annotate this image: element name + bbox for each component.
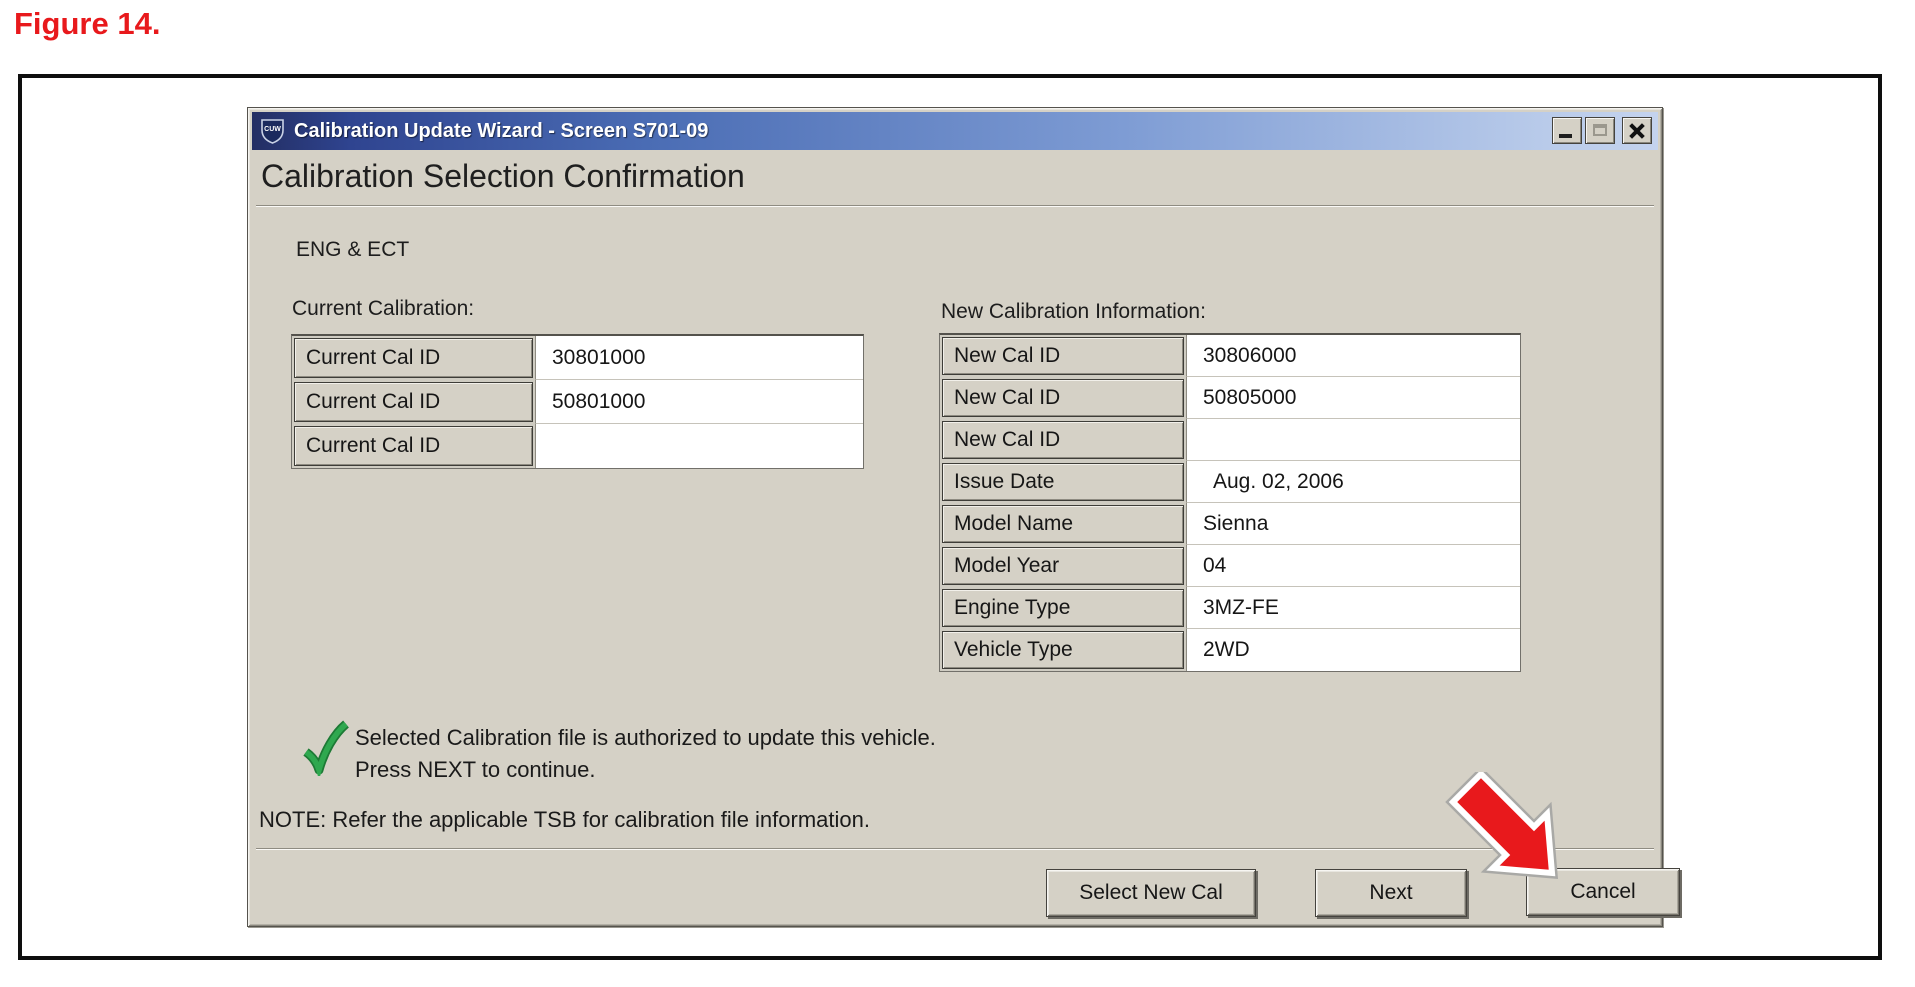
new-calibration-label: New Calibration Information: (941, 300, 1206, 324)
system-label: ENG & ECT (296, 238, 409, 262)
row-label-cell: Issue Date (942, 463, 1184, 501)
figure-border-box: CUW Calibration Update Wizard - Screen S… (18, 74, 1882, 960)
close-icon (1623, 118, 1651, 143)
row-value-cell: 04 (1186, 545, 1520, 587)
row-label-cell: New Cal ID (942, 421, 1184, 459)
new-calibration-table: New Cal ID 30806000 New Cal ID 50805000 … (939, 333, 1521, 672)
maximize-icon (1593, 124, 1607, 136)
row-label-cell: Vehicle Type (942, 631, 1184, 669)
row-value-cell: Aug. 02, 2006 (1186, 461, 1520, 503)
cuw-shield-icon: CUW (259, 117, 286, 145)
row-value-cell (1186, 419, 1520, 461)
row-value-cell: 30806000 (1186, 335, 1520, 377)
row-label-cell: Engine Type (942, 589, 1184, 627)
row-value-cell (535, 424, 863, 468)
minimize-icon (1559, 134, 1572, 138)
status-line-1: Selected Calibration file is authorized … (355, 725, 936, 751)
green-checkmark-icon (302, 720, 350, 781)
row-value-cell: 50801000 (535, 380, 863, 424)
row-label-cell: Model Year (942, 547, 1184, 585)
select-new-cal-button[interactable]: Select New Cal (1046, 869, 1256, 917)
figure-page: Figure 14. CUW Calibration Update Wizard… (0, 0, 1915, 987)
minimize-button[interactable] (1552, 117, 1582, 144)
red-callout-arrow-icon (1435, 772, 1567, 899)
close-button[interactable] (1622, 117, 1652, 144)
status-line-2: Press NEXT to continue. (355, 757, 596, 783)
row-label-cell: Current Cal ID (294, 338, 533, 378)
title-bar[interactable]: CUW Calibration Update Wizard - Screen S… (252, 112, 1658, 150)
figure-caption: Figure 14. (14, 6, 160, 42)
current-calibration-label: Current Calibration: (292, 297, 474, 321)
maximize-button[interactable] (1585, 117, 1615, 144)
row-value-cell: 3MZ-FE (1186, 587, 1520, 629)
row-label-cell: New Cal ID (942, 379, 1184, 417)
row-value-cell: Sienna (1186, 503, 1520, 545)
calibration-update-wizard-dialog: CUW Calibration Update Wizard - Screen S… (247, 107, 1663, 927)
row-label-cell: New Cal ID (942, 337, 1184, 375)
page-title: Calibration Selection Confirmation (261, 158, 745, 195)
row-label-cell: Current Cal ID (294, 426, 533, 466)
row-label-cell: Current Cal ID (294, 382, 533, 422)
row-value-cell: 30801000 (535, 336, 863, 380)
note-text: NOTE: Refer the applicable TSB for calib… (259, 807, 870, 833)
heading-divider (256, 205, 1654, 207)
row-value-cell: 2WD (1186, 629, 1520, 671)
svg-text:CUW: CUW (264, 126, 281, 133)
row-value-cell: 50805000 (1186, 377, 1520, 419)
row-label-cell: Model Name (942, 505, 1184, 543)
window-title: Calibration Update Wizard - Screen S701-… (294, 120, 708, 143)
window-controls (1552, 117, 1652, 144)
current-calibration-table: Current Cal ID 30801000 Current Cal ID 5… (291, 334, 864, 469)
